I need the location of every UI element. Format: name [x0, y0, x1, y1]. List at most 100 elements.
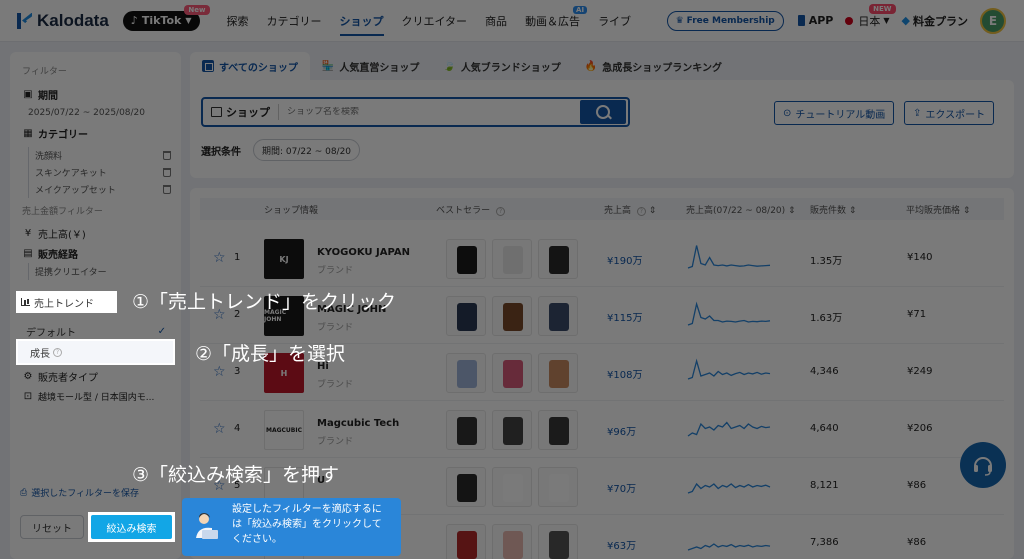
favorite-star-icon[interactable]: ☆: [213, 250, 226, 266]
condition-chip[interactable]: 期間: 07/22 ~ 08/20: [253, 139, 361, 161]
tab-all-shops[interactable]: すべてのショップ: [190, 52, 310, 80]
units-sold: 1.63万: [810, 313, 843, 324]
trend-option-growth[interactable]: 成長 ?: [16, 339, 175, 365]
sparkline-path: [687, 358, 771, 380]
bestseller-product-image[interactable]: [538, 296, 578, 336]
search-input[interactable]: [279, 107, 580, 117]
bar-chart-icon: [21, 298, 30, 306]
trash-icon[interactable]: [163, 168, 171, 177]
product-shape: [457, 417, 477, 445]
bestseller-product-image[interactable]: [492, 524, 532, 559]
nav-explore[interactable]: 探索: [218, 0, 258, 42]
bestseller-product-image[interactable]: [538, 353, 578, 393]
reset-button[interactable]: リセット: [20, 515, 84, 539]
bestseller-product-image[interactable]: [492, 353, 532, 393]
bestseller-product-image[interactable]: [538, 239, 578, 279]
channel-filter[interactable]: ▤ 販売経路: [22, 243, 171, 263]
sales-amount: ¥115万: [607, 313, 643, 324]
bestseller-product-image[interactable]: [492, 410, 532, 450]
sales-trend-filter[interactable]: 売上トレンド: [16, 291, 117, 313]
tab-brand-shops[interactable]: 🍃 人気ブランドショップ: [431, 52, 572, 80]
column-header[interactable]: 平均販売価格 ⇕: [906, 203, 970, 216]
help-icon: ?: [636, 207, 646, 216]
sort-icon: ⇕: [788, 206, 796, 216]
seller-type-filter[interactable]: ⚙ 販売者タイプ: [22, 366, 98, 386]
trash-icon[interactable]: [163, 151, 171, 160]
bestseller-product-image[interactable]: [492, 296, 532, 336]
bestseller-product-image[interactable]: [446, 524, 486, 559]
app-link[interactable]: APP: [797, 14, 833, 27]
pricing-link[interactable]: ◆ 料金プラン: [902, 13, 968, 29]
shop-name[interactable]: KYOGOKU JAPAN: [317, 247, 410, 258]
bestseller-product-image[interactable]: [446, 296, 486, 336]
step3-annotation: ③「絞込み検索」を押す: [132, 464, 340, 486]
calendar-icon: ▣: [23, 89, 33, 100]
period-value[interactable]: 2025/07/22 ~ 2025/08/20: [28, 108, 171, 118]
bestseller-product-image[interactable]: [446, 410, 486, 450]
nav-live[interactable]: ライブ: [589, 0, 640, 42]
export-button[interactable]: ⇪ エクスポート: [904, 101, 995, 125]
tiktok-icon: ♪: [130, 14, 138, 27]
product-shape: [503, 360, 523, 388]
search-button[interactable]: [580, 100, 626, 124]
membership-button[interactable]: ♛ Free Membership: [666, 10, 784, 31]
column-header[interactable]: 売上高 ? ⇕: [604, 203, 656, 216]
favorite-star-icon[interactable]: ☆: [213, 364, 226, 380]
shop-tabs: すべてのショップ 🏪 人気直営ショップ 🍃 人気ブランドショップ 🔥 急成長ショ…: [190, 52, 1014, 80]
nav-product[interactable]: 商品: [476, 0, 516, 42]
apply-filter-button[interactable]: 絞込み検索: [88, 512, 175, 542]
bestseller-product-image[interactable]: [492, 239, 532, 279]
nav-video-ads[interactable]: 動画＆広告 AI: [516, 0, 589, 42]
shop-type: ブランド: [317, 437, 354, 447]
location-filter[interactable]: ⊡ 越境モール型 / 日本国内モ...: [22, 386, 155, 406]
nav-category[interactable]: カテゴリー: [258, 0, 331, 42]
bestseller-product-image[interactable]: [538, 410, 578, 450]
period-section[interactable]: ▣ 期間: [22, 87, 171, 102]
shop-name[interactable]: Magcubic Tech: [317, 418, 399, 429]
tab-direct-shops[interactable]: 🏪 人気直営ショップ: [310, 52, 431, 80]
units-sold: 4,640: [810, 423, 839, 434]
favorite-star-icon[interactable]: ☆: [213, 421, 226, 437]
save-filter-link[interactable]: ⎙ 選択したフィルターを保存: [20, 486, 140, 500]
language-selector[interactable]: 日本 ▼ NEW: [845, 3, 896, 29]
tutorial-button[interactable]: ⊙ チュートリアル動画: [774, 101, 895, 125]
trash-icon[interactable]: [163, 185, 171, 194]
units-sold: 1.35万: [810, 256, 843, 267]
category-section[interactable]: ▦ カテゴリー: [22, 126, 171, 141]
column-header[interactable]: 売上高(07/22 ~ 08/20) ⇕: [686, 203, 796, 216]
bestseller-product-image[interactable]: [446, 239, 486, 279]
logo[interactable]: Kalodata: [16, 11, 109, 31]
bestseller-product-image[interactable]: [446, 467, 486, 507]
sales-amount-filter[interactable]: ¥ 売上高(￥): [22, 223, 171, 243]
search-scope-label: ショップ: [226, 106, 270, 119]
bestseller-product-image[interactable]: [492, 467, 532, 507]
yen-icon: ¥: [24, 227, 32, 239]
table-row[interactable]: ☆ 1 KJ KYOGOKU JAPAN ブランド ¥190万 1.35万 ¥140: [200, 230, 1004, 287]
language-new-badge: NEW: [869, 3, 896, 14]
rank-number: 4: [234, 423, 241, 434]
nav-video-ads-label: 動画＆広告: [525, 14, 581, 28]
nav-shop[interactable]: ショップ: [331, 0, 393, 42]
column-header[interactable]: 販売件数 ⇕: [810, 203, 856, 216]
avatar[interactable]: E: [980, 7, 1006, 34]
column-header: ベストセラー ?: [436, 203, 506, 216]
bestseller-product-image[interactable]: [538, 524, 578, 559]
tab-label: 人気直営ショップ: [339, 62, 420, 74]
tab-fast-growing[interactable]: 🔥 急成長ショップランキング: [573, 52, 734, 80]
platform-selector[interactable]: ♪ TikTok ▼ New: [122, 4, 210, 31]
shop-logo[interactable]: KJ: [264, 239, 304, 279]
nav-creator[interactable]: クリエイター: [393, 0, 477, 42]
bestseller-product-image[interactable]: [538, 467, 578, 507]
support-chat-button[interactable]: [960, 442, 1006, 488]
save-filter-label: 選択したフィルターを保存: [31, 489, 140, 499]
sparkline-path: [687, 421, 771, 437]
fire-icon: 🔥: [584, 60, 598, 72]
shop-logo[interactable]: MAGCUBIC: [264, 410, 304, 450]
search-scope-selector[interactable]: ショップ: [203, 104, 279, 120]
bestseller-product-image[interactable]: [446, 353, 486, 393]
shop-icon: [211, 107, 222, 117]
average-price: ¥206: [907, 423, 933, 434]
phone-icon: [797, 15, 805, 26]
table-row[interactable]: ☆ 4 MAGCUBIC Magcubic Tech ブランド ¥96万 4,640 ¥206: [200, 401, 1004, 458]
chevron-down-icon: ▼: [883, 16, 890, 25]
